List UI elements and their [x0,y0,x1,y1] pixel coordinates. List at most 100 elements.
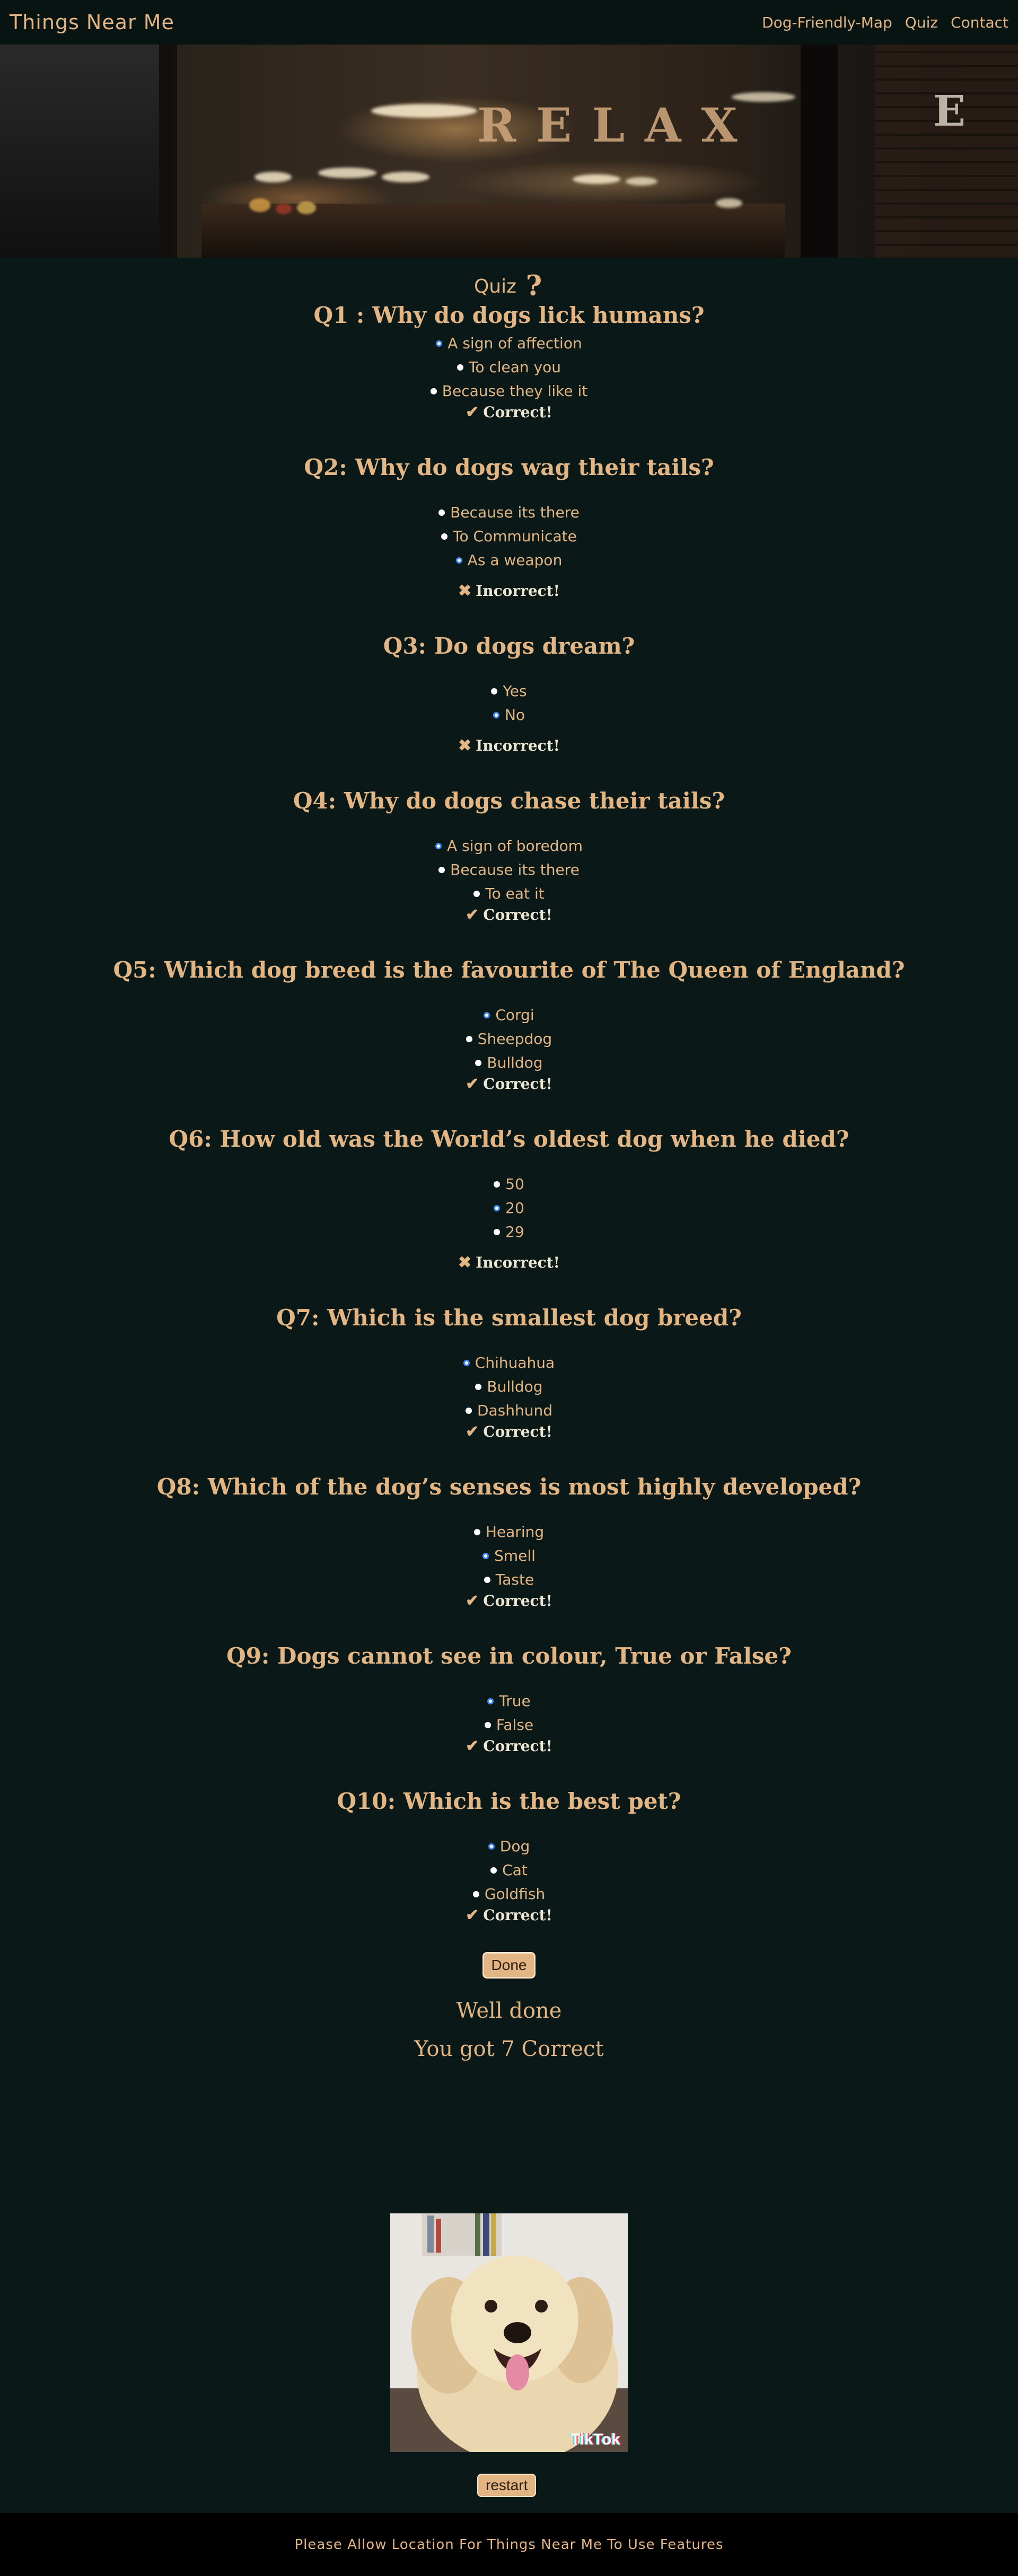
radio-button[interactable] [475,1059,482,1066]
sign-letter: E [933,86,966,136]
radio-button[interactable] [494,1181,501,1188]
result-text: Incorrect! [476,582,560,600]
radio-button[interactable] [494,1205,501,1211]
answer-option[interactable]: Yes [0,679,1018,703]
nav-link-contact[interactable]: Contact [951,14,1008,31]
brand-logo[interactable]: Things Near Me [10,11,174,34]
answer-option[interactable]: True [0,1689,1018,1713]
answer-option[interactable]: Bulldog [0,1051,1018,1075]
answer-option[interactable]: 20 [0,1196,1018,1220]
answer-options: A sign of boredom Because its there To eat… [0,834,1018,905]
check-icon: ✔ [466,1592,479,1610]
answer-option[interactable]: To Communicate [0,524,1018,548]
answer-option[interactable]: Hearing [0,1520,1018,1544]
answer-option[interactable]: Corgi [0,1003,1018,1027]
answer-label: 29 [505,1223,524,1241]
radio-button[interactable] [487,1698,494,1704]
restart-button[interactable]: restart [477,2474,537,2497]
radio-button[interactable] [463,1359,470,1366]
answer-label: Corgi [495,1006,534,1024]
question-mark-icon: ? [525,270,542,302]
answer-options: Chihuahua Bulldog Dashhund [0,1351,1018,1422]
question-text: Q3: Do dogs dream? [383,633,635,659]
check-icon: ✔ [466,905,479,924]
radio-button[interactable] [441,533,448,540]
radio-button[interactable] [484,1721,491,1728]
answer-option[interactable]: Dashhund [0,1399,1018,1422]
answer-label: As a weapon [467,551,563,569]
answer-option[interactable]: Goldfish [0,1882,1018,1906]
answer-option[interactable]: A sign of affection [0,331,1018,355]
quiz-heading: Quiz ? [0,270,1018,302]
radio-button[interactable] [490,1867,497,1874]
footer: Please Allow Location For Things Near Me… [0,2513,1018,2576]
radio-button[interactable] [438,866,445,873]
radio-button[interactable] [491,688,498,694]
answer-option[interactable]: Because its there [0,858,1018,882]
answer-option[interactable]: 29 [0,1220,1018,1244]
done-button[interactable]: Done [481,1951,537,1980]
answer-options: 50 20 29 [0,1172,1018,1244]
radio-button[interactable] [465,1407,472,1414]
radio-button[interactable] [482,1552,489,1559]
nav-link-dog-friendly-map[interactable]: Dog-Friendly-Map [762,14,892,31]
radio-button[interactable] [473,890,480,897]
check-icon: ✔ [466,1422,479,1441]
radio-button[interactable] [472,1891,479,1897]
radio-button[interactable] [435,842,442,849]
question-block: Q9: Dogs cannot see in colour, True or F… [0,1643,1018,1755]
answer-options: Dog Cat Goldfish [0,1834,1018,1906]
radio-button[interactable] [436,340,443,347]
answer-option[interactable]: To clean you [0,355,1018,379]
radio-button[interactable] [488,1843,495,1850]
answer-option[interactable]: As a weapon [0,548,1018,572]
answer-option[interactable]: False [0,1713,1018,1737]
check-icon: ✔ [466,1075,479,1093]
bokeh-light [297,201,316,214]
answer-option[interactable]: A sign of boredom [0,834,1018,858]
radio-button[interactable] [484,1576,490,1583]
radio-button[interactable] [457,364,463,371]
answer-option[interactable]: Because they like it [0,379,1018,403]
result-text: Correct! [483,1906,552,1924]
brick-wall [875,45,1018,258]
answer-label: A sign of boredom [447,837,583,855]
answer-option[interactable]: To eat it [0,882,1018,905]
answer-label: Yes [503,682,527,700]
answer-option[interactable]: Cat [0,1858,1018,1882]
score-text: You got 7 Correct [414,2037,604,2061]
answer-option[interactable]: Taste [0,1568,1018,1592]
result-text: Correct! [483,403,552,421]
radio-button[interactable] [473,1528,480,1535]
answer-option[interactable]: No [0,703,1018,727]
cross-icon: ✖ [458,582,472,600]
ceiling-light [254,172,292,182]
ceiling-light [626,177,657,186]
answer-label: No [504,706,525,724]
answer-option[interactable]: Sheepdog [0,1027,1018,1051]
radio-button[interactable] [484,1012,490,1018]
question-block: Q5: Which dog breed is the favourite of … [0,957,1018,1093]
radio-button[interactable] [455,557,462,564]
answer-option[interactable]: Dog [0,1834,1018,1858]
nav-link-quiz[interactable]: Quiz [905,14,938,31]
answer-label: Hearing [485,1523,545,1541]
radio-button[interactable] [493,711,499,718]
ceiling-light [573,174,620,184]
answer-option[interactable]: Chihuahua [0,1351,1018,1375]
question-text: Q5: Which dog breed is the favourite of … [113,957,905,983]
result-text: Correct! [483,1737,552,1755]
answer-option[interactable]: 50 [0,1172,1018,1196]
radio-button[interactable] [494,1228,501,1235]
question-text: Q8: Which of the dog’s senses is most hi… [156,1474,862,1500]
result-text: Correct! [483,1592,552,1610]
answer-option[interactable]: Smell [0,1544,1018,1568]
radio-button[interactable] [475,1383,482,1390]
result-correct: ✔ Correct! [0,1737,1018,1755]
answer-option[interactable]: Bulldog [0,1375,1018,1399]
radio-button[interactable] [430,388,437,394]
answer-option[interactable]: Because its there [0,500,1018,524]
radio-button[interactable] [438,509,445,516]
radio-button[interactable] [466,1035,472,1042]
answer-label: Cat [502,1861,528,1879]
